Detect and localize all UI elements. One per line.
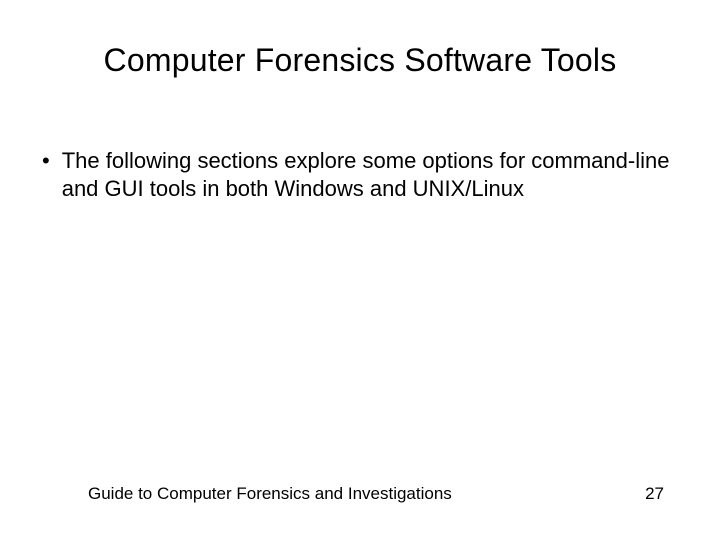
footer-source: Guide to Computer Forensics and Investig…	[88, 484, 452, 504]
list-item: • The following sections explore some op…	[42, 147, 670, 202]
slide-content: • The following sections explore some op…	[0, 79, 720, 202]
bullet-icon: •	[42, 147, 50, 175]
slide-footer: Guide to Computer Forensics and Investig…	[88, 484, 664, 504]
page-number: 27	[645, 484, 664, 504]
bullet-text: The following sections explore some opti…	[62, 147, 670, 202]
slide-title: Computer Forensics Software Tools	[0, 0, 720, 79]
presentation-slide: Computer Forensics Software Tools • The …	[0, 0, 720, 540]
